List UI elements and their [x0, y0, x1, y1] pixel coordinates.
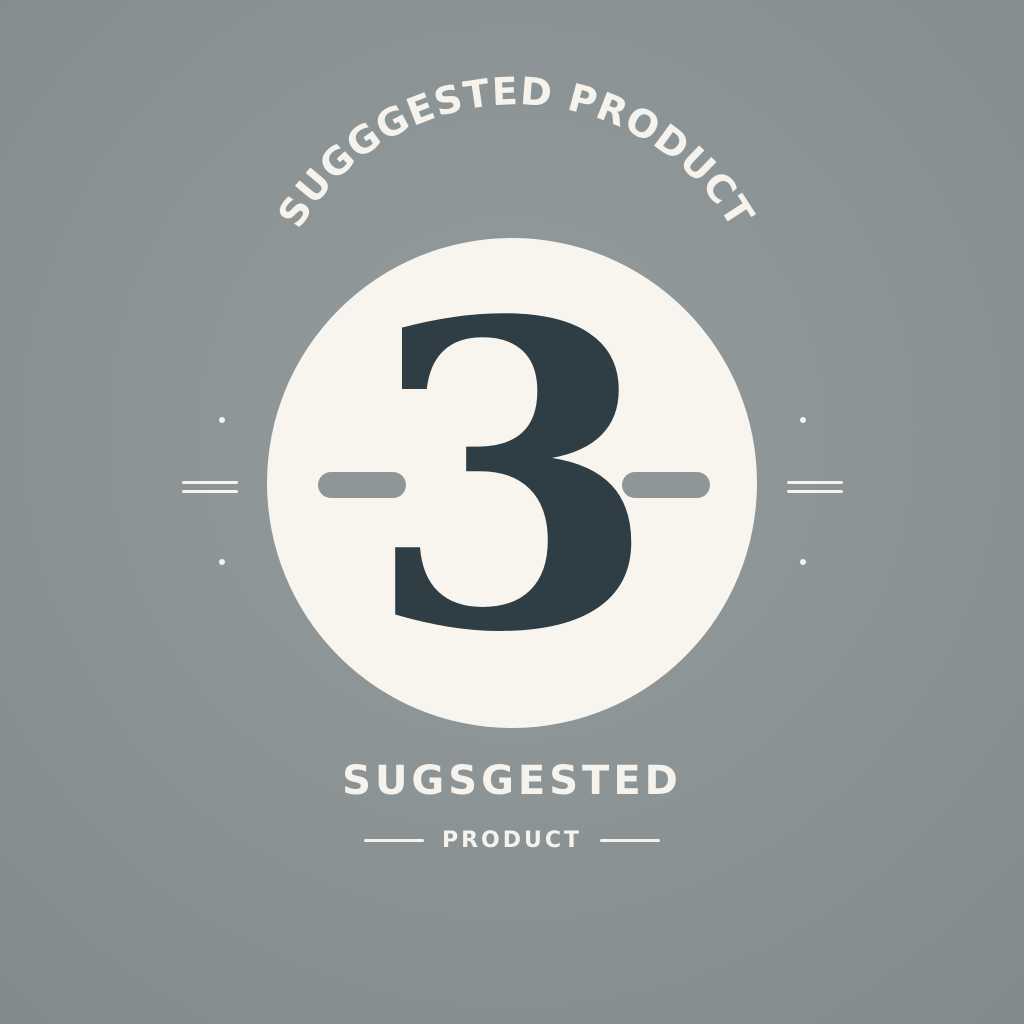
product-number: 3 — [366, 232, 658, 725]
double-line-with-dots-icon — [787, 417, 843, 565]
badge-subtitle: PRODUCT — [441, 828, 583, 853]
badge-canvas: SUGGGESTED PRODUCT 3 SUGSGESTED PRODUCT — [0, 0, 1024, 1024]
badge-title: SUGSGESTED — [342, 758, 682, 804]
double-line-with-dots-icon — [182, 417, 238, 565]
badge-subtitle-row: PRODUCT — [0, 828, 1024, 853]
arc-title-text: SUGGGESTED PRODUCT — [269, 69, 761, 235]
arc-title: SUGGGESTED PRODUCT — [269, 69, 762, 235]
right-divider — [600, 839, 661, 842]
badge-emblem: SUGGGESTED PRODUCT 3 — [182, 69, 843, 728]
left-divider — [363, 839, 424, 842]
